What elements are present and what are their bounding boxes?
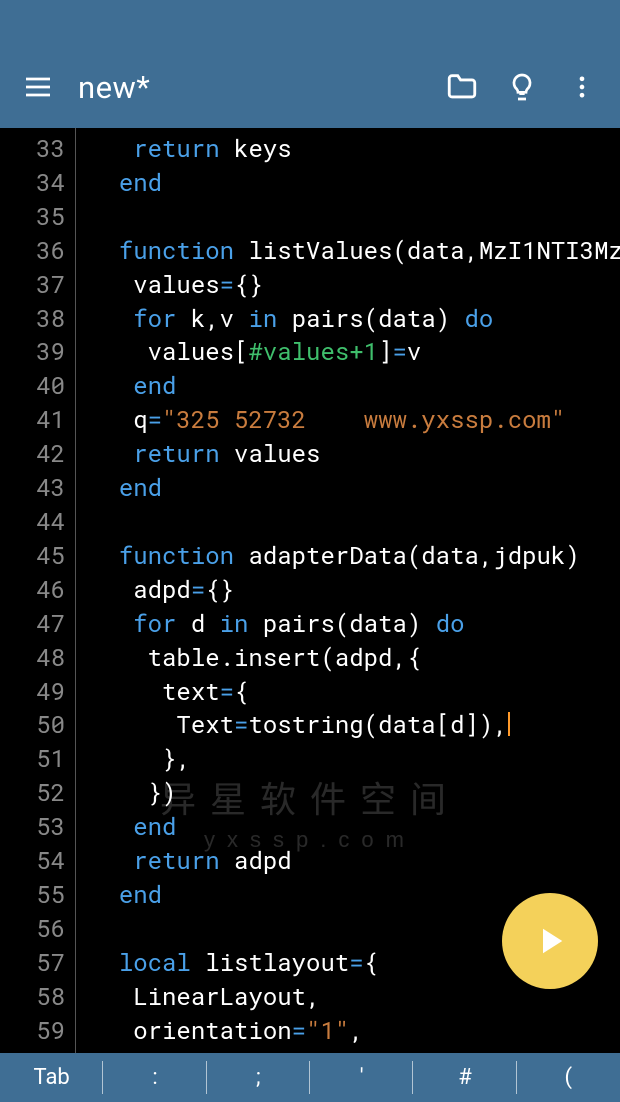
overflow-button[interactable]: [554, 59, 610, 115]
line-number: 42: [0, 437, 65, 471]
key-([interactable]: (: [517, 1053, 620, 1102]
status-bar: [0, 0, 620, 46]
lightbulb-icon: [506, 71, 538, 103]
key-:[interactable]: :: [103, 1053, 206, 1102]
line-number: 50: [0, 708, 65, 742]
code-line[interactable]: }): [90, 776, 620, 810]
line-number: 58: [0, 980, 65, 1014]
line-number: 57: [0, 946, 65, 980]
open-folder-button[interactable]: [434, 59, 490, 115]
menu-icon: [22, 71, 54, 103]
app-root: new* 33343536373839404142434445464748495…: [0, 0, 620, 1102]
code-line[interactable]: return values: [90, 437, 620, 471]
code-line[interactable]: function adapterData(data,jdpuk): [90, 539, 620, 573]
line-number: 49: [0, 675, 65, 709]
code-line[interactable]: return adpd: [90, 844, 620, 878]
code-line[interactable]: },: [90, 742, 620, 776]
key-tab[interactable]: Tab: [0, 1053, 103, 1102]
code-line[interactable]: q="325 52732 www.yxssp.com": [90, 403, 620, 437]
line-number: 59: [0, 1014, 65, 1048]
file-title: new*: [66, 69, 434, 106]
code-line[interactable]: text={: [90, 675, 620, 709]
appbar-actions: [434, 59, 610, 115]
line-number: 43: [0, 471, 65, 505]
app-bar: new*: [0, 46, 620, 128]
code-line[interactable]: end: [90, 810, 620, 844]
key-;[interactable]: ;: [207, 1053, 310, 1102]
line-number: 39: [0, 335, 65, 369]
code-line[interactable]: [90, 505, 620, 539]
line-number: 53: [0, 810, 65, 844]
line-number-gutter: 3334353637383940414243444546474849505152…: [0, 128, 75, 1053]
line-number: 55: [0, 878, 65, 912]
code-line[interactable]: for k,v in pairs(data) do: [90, 302, 620, 336]
code-line[interactable]: orientation="1",: [90, 1014, 620, 1048]
line-number: 56: [0, 912, 65, 946]
line-number: 34: [0, 166, 65, 200]
code-editor[interactable]: 3334353637383940414243444546474849505152…: [0, 128, 620, 1053]
line-number: 38: [0, 302, 65, 336]
key-#[interactable]: #: [413, 1053, 516, 1102]
code-line[interactable]: [90, 200, 620, 234]
run-button[interactable]: [502, 893, 598, 989]
code-line[interactable]: function listValues(data,MzI1NTI3MzI): [90, 234, 620, 268]
symbol-key-row: Tab:;'#(: [0, 1053, 620, 1102]
code-line[interactable]: for d in pairs(data) do: [90, 607, 620, 641]
line-number: 44: [0, 505, 65, 539]
code-line[interactable]: table.insert(adpd,{: [90, 641, 620, 675]
line-number: 54: [0, 844, 65, 878]
menu-button[interactable]: [10, 59, 66, 115]
hint-button[interactable]: [494, 59, 550, 115]
line-number: 35: [0, 200, 65, 234]
folder-icon: [445, 70, 479, 104]
line-number: 33: [0, 132, 65, 166]
key-'[interactable]: ': [310, 1053, 413, 1102]
overflow-icon: [568, 73, 596, 101]
code-line[interactable]: end: [90, 369, 620, 403]
code-line[interactable]: values[#values+1]=v: [90, 335, 620, 369]
line-number: 45: [0, 539, 65, 573]
code-line[interactable]: end: [90, 471, 620, 505]
code-line[interactable]: return keys: [90, 132, 620, 166]
code-line[interactable]: Text=tostring(data[d]),: [90, 708, 620, 742]
line-number: 37: [0, 268, 65, 302]
line-number: 41: [0, 403, 65, 437]
line-number: 46: [0, 573, 65, 607]
code-line[interactable]: adpd={}: [90, 573, 620, 607]
play-icon: [529, 920, 571, 962]
code-line[interactable]: values={}: [90, 268, 620, 302]
line-number: 40: [0, 369, 65, 403]
code-line[interactable]: end: [90, 166, 620, 200]
line-number: 51: [0, 742, 65, 776]
line-number: 36: [0, 234, 65, 268]
line-number: 47: [0, 607, 65, 641]
line-number: 48: [0, 641, 65, 675]
line-number: 52: [0, 776, 65, 810]
